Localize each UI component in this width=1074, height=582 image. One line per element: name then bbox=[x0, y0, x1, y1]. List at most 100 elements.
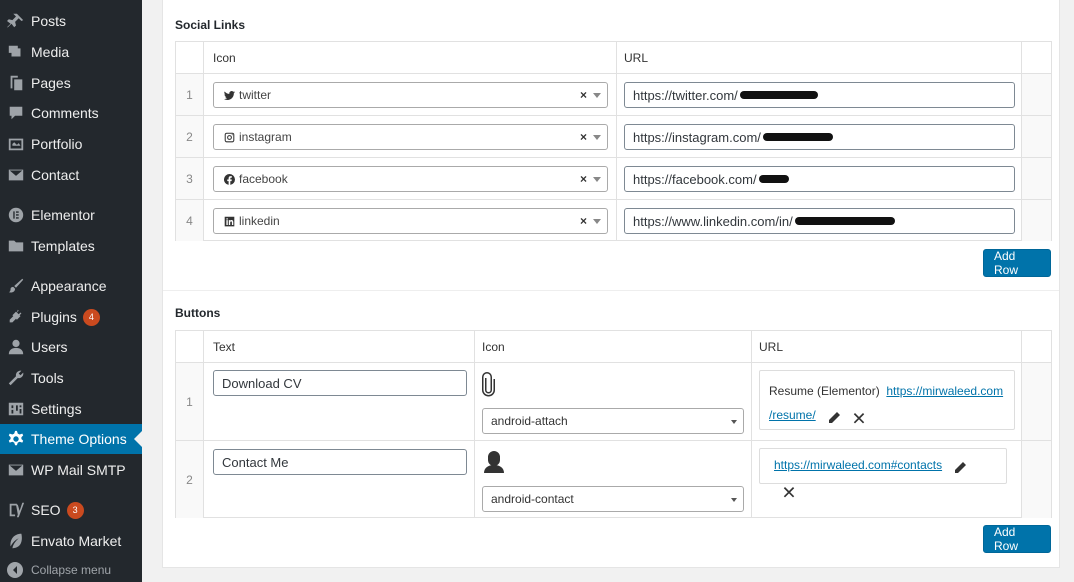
link-url[interactable]: https://mirwaleed.com bbox=[886, 384, 1003, 398]
pushpin-icon bbox=[6, 11, 26, 31]
row-handle[interactable] bbox=[1021, 200, 1051, 241]
dropdown-arrow-icon bbox=[731, 420, 737, 424]
edit-link-icon[interactable] bbox=[827, 409, 841, 423]
social-links-header-row: Icon URL bbox=[176, 42, 1051, 73]
table-row: 1 twitter × https://twitter.com/ bbox=[176, 73, 1051, 115]
dropdown-arrow-icon bbox=[593, 177, 601, 182]
sidebar-item-label: Plugins bbox=[31, 309, 77, 325]
buttons-repeater: Text Icon URL 1 Download CV android-atta… bbox=[175, 330, 1052, 518]
sidebar-item-elementor[interactable]: Elementor bbox=[0, 200, 142, 230]
social-url-input[interactable]: https://twitter.com/ bbox=[624, 82, 1015, 108]
remove-link-icon[interactable] bbox=[852, 409, 866, 424]
dropdown-arrow-icon bbox=[593, 93, 601, 98]
sidebar-item-settings[interactable]: Settings bbox=[0, 394, 142, 424]
button-link-box: Resume (Elementor) https://mirwaleed.com… bbox=[759, 370, 1015, 430]
paperclip-icon bbox=[480, 371, 496, 400]
sidebar-item-appearance[interactable]: Appearance bbox=[0, 271, 142, 301]
sidebar-item-label: Posts bbox=[31, 13, 67, 29]
mail-icon bbox=[6, 460, 26, 480]
social-url-input[interactable]: https://instagram.com/ bbox=[624, 124, 1015, 150]
select-value: facebook bbox=[239, 172, 288, 186]
sidebar-item-label: Elementor bbox=[31, 207, 95, 223]
sidebar-item-users[interactable]: Users bbox=[0, 332, 142, 362]
sidebar-item-label: Appearance bbox=[31, 278, 107, 294]
sidebar-item-theme-options[interactable]: Theme Options bbox=[0, 424, 142, 454]
sidebar-item-label: WP Mail SMTP bbox=[31, 462, 126, 478]
column-header-icon: Icon bbox=[213, 51, 236, 65]
table-row: 1 Download CV android-attach Resume (Ele… bbox=[176, 362, 1051, 440]
dropdown-arrow-icon bbox=[593, 219, 601, 224]
buttons-add-row-button[interactable]: Add Row bbox=[983, 525, 1051, 553]
social-icon-select[interactable]: facebook × bbox=[213, 166, 608, 192]
sidebar-item-wp-mail-smtp[interactable]: WP Mail SMTP bbox=[0, 455, 142, 485]
plugins-update-badge: 4 bbox=[82, 308, 100, 326]
button-icon-select[interactable]: android-contact bbox=[482, 486, 744, 512]
button-link-box: https://mirwaleed.com#contacts bbox=[759, 448, 1007, 498]
sidebar-item-comments[interactable]: Comments bbox=[0, 98, 142, 128]
user-icon bbox=[6, 337, 26, 357]
select-value: twitter bbox=[239, 88, 272, 102]
sidebar-item-contact[interactable]: Contact bbox=[0, 160, 142, 190]
sidebar-item-envato-market[interactable]: Envato Market bbox=[0, 526, 142, 556]
redacted-text bbox=[739, 91, 818, 99]
row-handle[interactable] bbox=[1021, 158, 1051, 199]
clear-selection-icon[interactable]: × bbox=[580, 88, 587, 102]
sidebar-item-pages[interactable]: Pages bbox=[0, 68, 142, 98]
twitter-icon bbox=[222, 88, 236, 102]
row-handle[interactable] bbox=[1021, 116, 1051, 157]
redacted-text bbox=[794, 217, 895, 225]
pages-icon bbox=[6, 73, 26, 93]
sidebar-item-posts[interactable]: Posts bbox=[0, 6, 142, 36]
brush-icon bbox=[6, 276, 26, 296]
facebook-icon bbox=[222, 172, 236, 186]
row-number: 1 bbox=[176, 363, 204, 440]
row-number: 4 bbox=[176, 200, 204, 241]
edit-link-icon[interactable] bbox=[953, 459, 967, 473]
dropdown-arrow-icon bbox=[731, 498, 737, 502]
social-icon-select[interactable]: instagram × bbox=[213, 124, 608, 150]
social-icon-select[interactable]: linkedin × bbox=[213, 208, 608, 234]
remove-link-icon[interactable] bbox=[782, 483, 796, 498]
link-title: Resume (Elementor) bbox=[769, 384, 880, 398]
gear-icon bbox=[6, 429, 26, 449]
social-icon-select[interactable]: twitter × bbox=[213, 82, 608, 108]
row-number: 1 bbox=[176, 74, 204, 115]
row-number: 2 bbox=[176, 441, 204, 518]
button-icon-select[interactable]: android-attach bbox=[482, 408, 744, 434]
collapse-arrow-icon bbox=[7, 562, 23, 578]
clear-selection-icon[interactable]: × bbox=[580, 130, 587, 144]
row-number: 3 bbox=[176, 158, 204, 199]
sidebar-item-tools[interactable]: Tools bbox=[0, 363, 142, 393]
collapse-menu-button[interactable]: Collapse menu bbox=[0, 557, 142, 582]
social-add-row-button[interactable]: Add Row bbox=[983, 249, 1051, 277]
buttons-title: Buttons bbox=[175, 306, 221, 320]
social-url-input[interactable]: https://www.linkedin.com/in/ bbox=[624, 208, 1015, 234]
yoast-icon bbox=[6, 500, 26, 520]
sidebar-item-label: Users bbox=[31, 339, 68, 355]
linkedin-icon bbox=[222, 214, 236, 228]
link-url[interactable]: https://mirwaleed.com#contacts bbox=[774, 458, 942, 472]
sidebar-item-label: Media bbox=[31, 44, 70, 60]
collapse-menu-label: Collapse menu bbox=[31, 563, 112, 577]
row-handle[interactable] bbox=[1021, 363, 1051, 440]
row-handle[interactable] bbox=[1021, 441, 1051, 518]
contact-icon bbox=[482, 450, 506, 477]
column-header-icon: Icon bbox=[482, 340, 505, 354]
envelope-icon bbox=[6, 165, 26, 185]
folder-icon bbox=[6, 236, 26, 256]
sidebar-item-label: Envato Market bbox=[31, 533, 122, 549]
sidebar-item-label: Portfolio bbox=[31, 136, 83, 152]
social-url-input[interactable]: https://facebook.com/ bbox=[624, 166, 1015, 192]
link-url-continued[interactable]: /resume/ bbox=[769, 408, 816, 422]
row-handle[interactable] bbox=[1021, 74, 1051, 115]
button-text-input[interactable]: Download CV bbox=[213, 370, 467, 396]
clear-selection-icon[interactable]: × bbox=[580, 214, 587, 228]
sidebar-item-media[interactable]: Media bbox=[0, 37, 142, 67]
table-row: 2 instagram × https://instagram.com/ bbox=[176, 115, 1051, 157]
clear-selection-icon[interactable]: × bbox=[580, 172, 587, 186]
sidebar-item-portfolio[interactable]: Portfolio bbox=[0, 129, 142, 159]
sidebar-item-templates[interactable]: Templates bbox=[0, 231, 142, 261]
sidebar-item-plugins[interactable]: Plugins 4 bbox=[0, 302, 142, 332]
sidebar-item-seo[interactable]: SEO 3 bbox=[0, 495, 142, 525]
button-text-input[interactable]: Contact Me bbox=[213, 449, 467, 475]
